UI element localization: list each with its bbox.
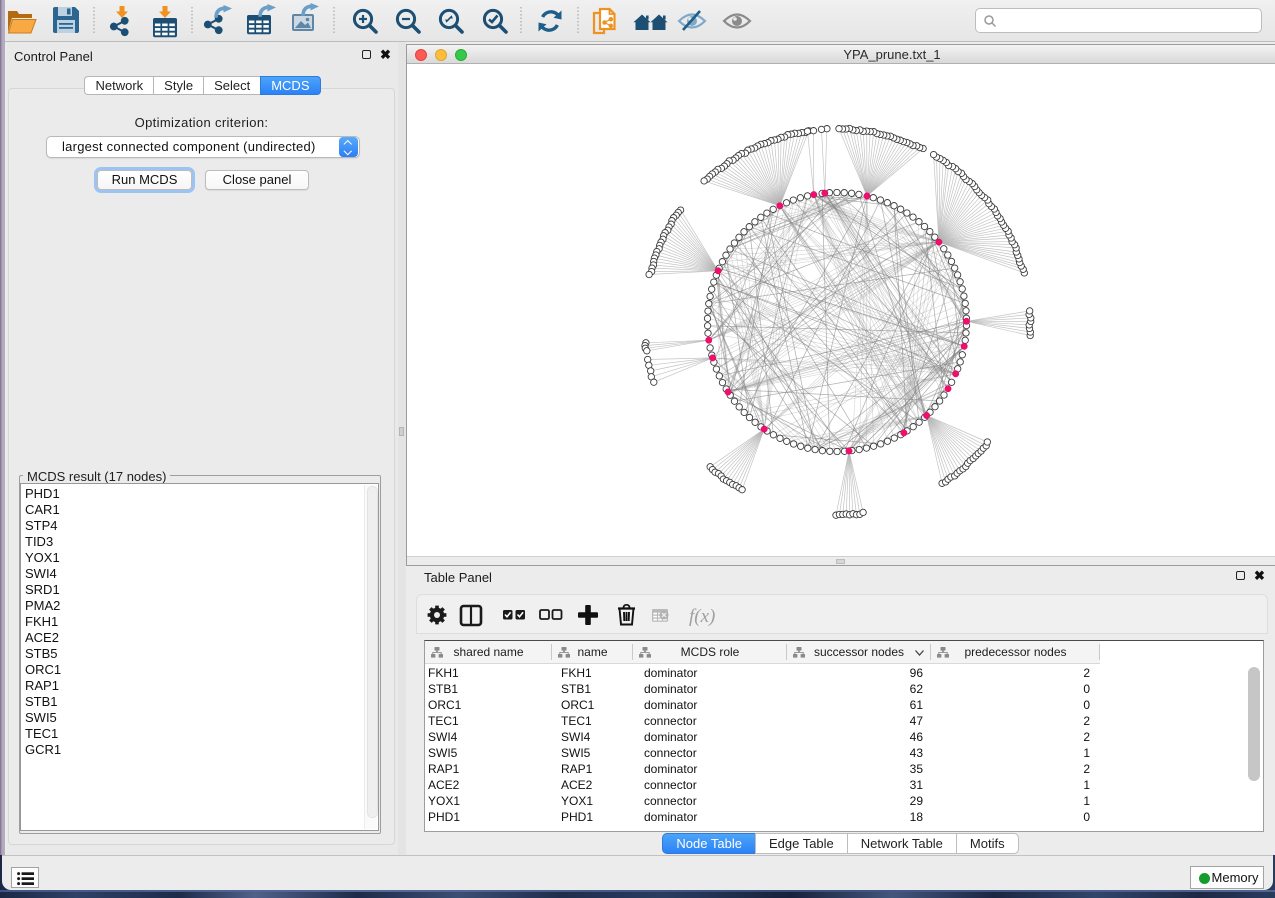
svg-text:f(x): f(x) bbox=[689, 606, 715, 627]
